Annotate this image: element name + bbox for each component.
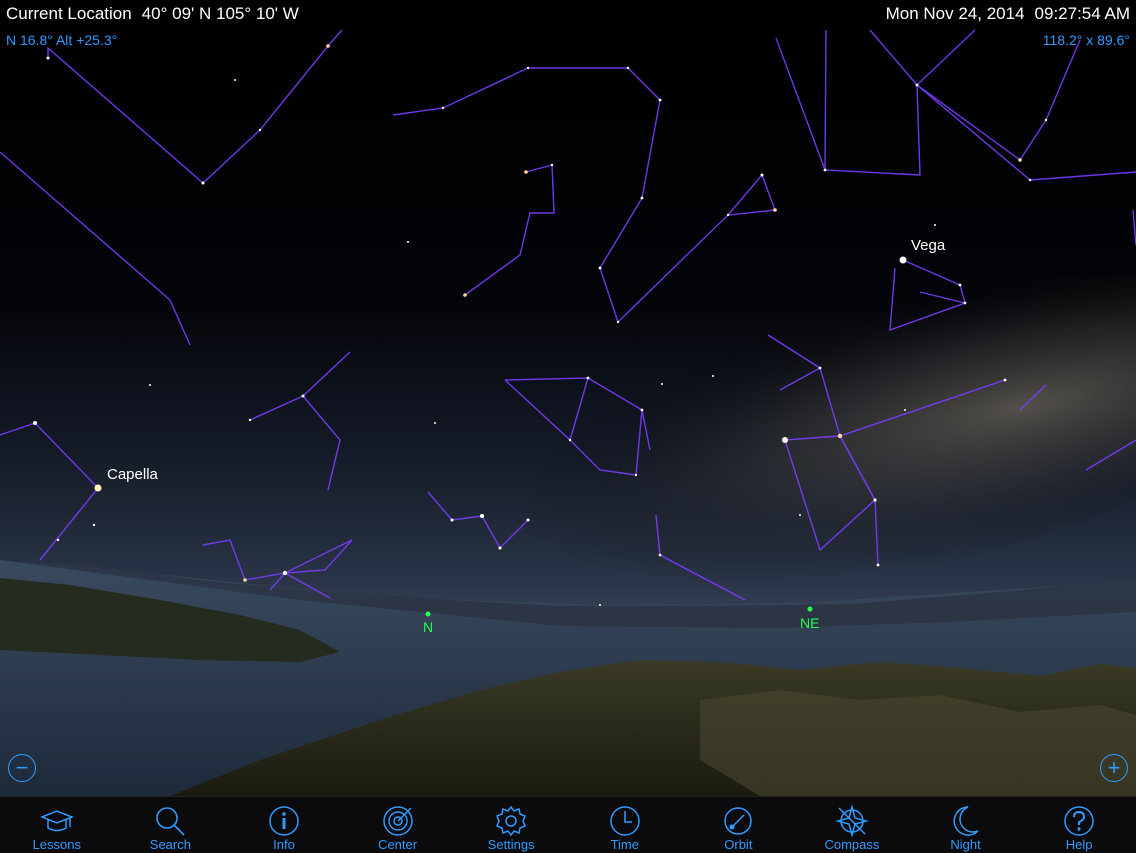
info-label: Info — [273, 837, 295, 852]
question-icon — [1064, 806, 1094, 836]
compass-icon — [835, 804, 869, 838]
settings-button[interactable]: Settings — [461, 797, 561, 853]
orbit-label: Orbit — [724, 837, 753, 852]
zoom-out-button[interactable]: − — [8, 754, 36, 782]
clock-icon — [610, 806, 640, 836]
field-of-view-readout: 118.2° x 89.6° — [1042, 32, 1130, 48]
coordinates: 40° 09' N 105° 10' W — [141, 4, 299, 23]
orbit-icon — [724, 807, 753, 835]
search-label: Search — [149, 837, 191, 852]
center-button[interactable]: Center — [348, 797, 448, 853]
sky-view[interactable] — [0, 28, 1136, 796]
star-label-capella[interactable]: Capella — [107, 466, 158, 483]
location-info: Current Location 40° 09' N 105° 10' W — [6, 4, 299, 24]
orbit-button[interactable]: Orbit — [688, 797, 788, 853]
lessons-label: Lessons — [32, 837, 81, 852]
time-button[interactable]: Time — [575, 797, 675, 853]
help-label: Help — [1065, 837, 1093, 852]
magnifier-icon — [156, 807, 185, 836]
north-marker-dot — [425, 611, 431, 617]
settings-label: Settings — [487, 837, 535, 852]
status-bar: Current Location 40° 09' N 105° 10' W Mon… — [0, 0, 1136, 28]
star-label-vega[interactable]: Vega — [911, 237, 945, 254]
lessons-button[interactable]: Lessons — [7, 797, 107, 853]
time: 09:27:54 AM — [1034, 4, 1130, 23]
date: Mon Nov 24, 2014 — [885, 4, 1025, 23]
direction-north-label: N — [423, 619, 434, 635]
compass-button[interactable]: Compass — [802, 797, 902, 853]
info-button[interactable]: Info — [234, 797, 334, 853]
gear-icon — [496, 805, 527, 837]
time-label: Time — [610, 837, 639, 852]
moon-icon — [953, 806, 979, 836]
graduation-cap-icon — [39, 810, 74, 832]
northeast-marker-dot — [807, 606, 813, 612]
star-vega — [899, 256, 907, 264]
info-icon — [269, 806, 299, 836]
orientation-readout: N 16.8° Alt +25.3° — [6, 32, 118, 48]
search-button[interactable]: Search — [120, 797, 220, 853]
location-label: Current Location — [6, 4, 132, 23]
direction-northeast-label: NE — [800, 615, 820, 631]
center-label: Center — [378, 837, 418, 852]
zoom-in-button[interactable]: + — [1100, 754, 1128, 782]
compass-label: Compass — [824, 837, 880, 852]
night-label: Night — [950, 837, 981, 852]
bottom-toolbar: Lessons Search Info Center Settings Time — [0, 796, 1136, 853]
star-capella — [94, 484, 102, 492]
night-button[interactable]: Night — [916, 797, 1016, 853]
datetime-info: Mon Nov 24, 2014 09:27:54 AM — [886, 4, 1130, 24]
help-button[interactable]: Help — [1029, 797, 1129, 853]
target-icon — [382, 806, 413, 836]
